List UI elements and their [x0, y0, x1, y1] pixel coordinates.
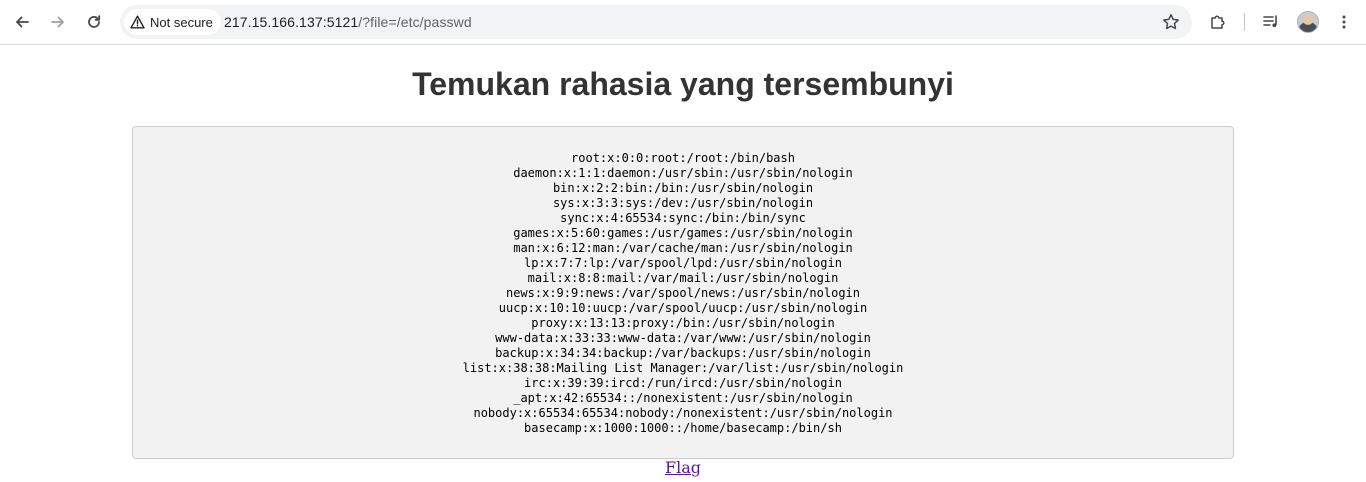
file-line: nobody:x:65534:65534:nobody:/nonexistent…	[473, 406, 893, 420]
file-content-box: root:x:0:0:root:/root:/bin/bash daemon:x:…	[132, 126, 1234, 459]
security-label: Not secure	[150, 14, 213, 30]
file-line: lp:x:7:7:lp:/var/spool/lpd:/usr/sbin/nol…	[524, 256, 842, 270]
file-line: sys:x:3:3:sys:/dev:/usr/sbin/nologin	[552, 196, 814, 210]
file-line: mail:x:8:8:mail:/var/mail:/usr/sbin/nolo…	[527, 271, 839, 285]
reload-icon	[88, 15, 101, 28]
file-line: list:x:38:38:Mailing List Manager:/var/l…	[462, 361, 904, 375]
file-line: uucp:x:10:10:uucp:/var/spool/uucp:/usr/s…	[498, 301, 868, 315]
file-line: daemon:x:1:1:daemon:/usr/sbin:/usr/sbin/…	[513, 166, 853, 180]
file-line: _apt:x:42:65534::/nonexistent:/usr/sbin/…	[513, 391, 853, 405]
url-text[interactable]: 217.15.166.137:5121/?file=/etc/passwd	[224, 14, 472, 30]
extensions-button[interactable]	[1203, 7, 1233, 37]
back-button[interactable]	[7, 7, 37, 37]
file-line: irc:x:39:39:ircd:/run/ircd:/usr/sbin/nol…	[524, 376, 842, 390]
url-path: /?file=/etc/passwd	[358, 14, 472, 30]
file-line: bin:x:2:2:bin:/bin:/usr/sbin/nologin	[552, 181, 814, 195]
menu-button[interactable]	[1329, 7, 1359, 37]
file-line: root:x:0:0:root:/root:/bin/bash	[571, 151, 795, 165]
media-button[interactable]	[1256, 7, 1286, 37]
file-line: backup:x:34:34:backup:/var/backups:/usr/…	[495, 346, 871, 360]
puzzle-icon	[1211, 15, 1225, 29]
bookmark-button[interactable]	[1160, 11, 1182, 33]
file-line: games:x:5:60:games:/usr/games:/usr/sbin/…	[513, 226, 853, 240]
url-host: 217.15.166.137:5121	[224, 14, 359, 30]
forward-button[interactable]	[43, 7, 73, 37]
kebab-menu-icon	[1342, 15, 1346, 29]
warning-triangle-icon	[130, 15, 145, 29]
file-content: root:x:0:0:root:/root:/bin/bash daemon:x:…	[133, 151, 1233, 436]
media-queue-icon	[1263, 15, 1277, 28]
star-icon	[1163, 14, 1179, 30]
file-line: proxy:x:13:13:proxy:/bin:/usr/sbin/nolog…	[531, 316, 835, 330]
toolbar-divider	[1244, 13, 1245, 31]
file-line: man:x:6:12:man:/var/cache/man:/usr/sbin/…	[513, 241, 853, 255]
address-bar[interactable]: Not secure 217.15.166.137:5121/?file=/et…	[120, 5, 1192, 39]
profile-button[interactable]	[1293, 7, 1323, 37]
page-title: Temukan rahasia yang tersembunyi	[412, 66, 954, 102]
file-line: news:x:9:9:news:/var/spool/news:/usr/sbi…	[505, 286, 860, 300]
file-line: www-data:x:33:33:www-data:/var/www:/usr/…	[495, 331, 871, 345]
back-arrow-icon	[16, 16, 29, 28]
avatar	[1297, 11, 1319, 33]
security-indicator[interactable]: Not secure	[124, 9, 221, 35]
flag-link[interactable]: Flag	[0, 458, 1366, 477]
file-line: basecamp:x:1000:1000::/home/basecamp:/bi…	[524, 421, 842, 435]
reload-button[interactable]	[79, 7, 109, 37]
file-line: sync:x:4:65534:sync:/bin:/bin/sync	[560, 211, 806, 225]
forward-arrow-icon	[51, 16, 64, 28]
browser-toolbar: Not secure 217.15.166.137:5121/?file=/et…	[0, 0, 1366, 45]
